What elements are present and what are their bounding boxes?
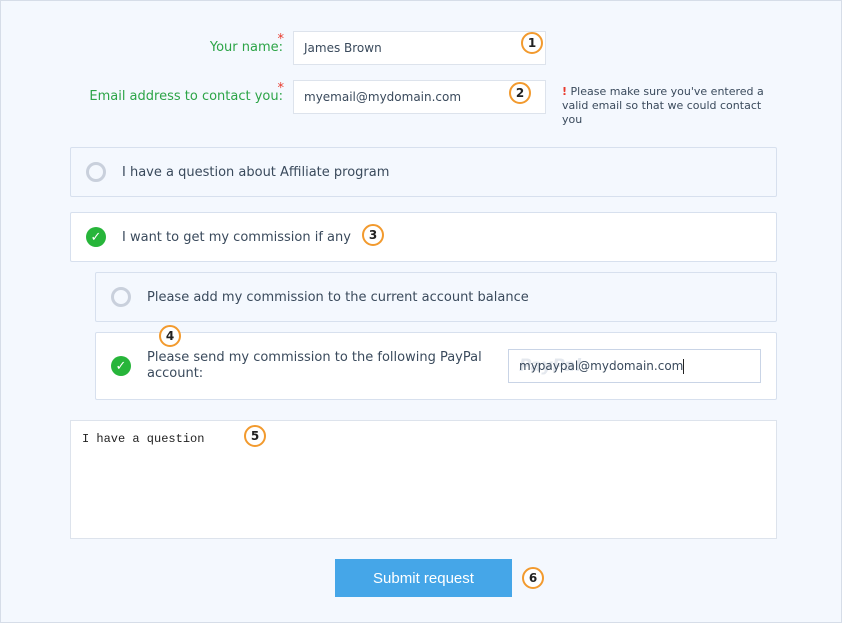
- badge-2: 2: [509, 82, 531, 104]
- badge-5: 5: [244, 425, 266, 447]
- option-label: I want to get my commission if any: [122, 229, 351, 245]
- email-label: Email address to contact you: *: [89, 81, 284, 104]
- badge-1: 1: [521, 32, 543, 54]
- check-icon: ✓: [86, 227, 106, 247]
- option-account-balance[interactable]: Please add my commission to the current …: [95, 272, 777, 322]
- submit-request-button[interactable]: Submit request: [335, 559, 512, 597]
- option-label: Please add my commission to the current …: [147, 289, 529, 305]
- required-mark: *: [277, 81, 285, 96]
- name-input[interactable]: James Brown: [293, 31, 546, 65]
- option-affiliate-question[interactable]: I have a question about Affiliate progra…: [70, 147, 777, 197]
- name-label: Your name: *: [209, 32, 284, 55]
- message-textarea[interactable]: I have a question: [70, 420, 777, 539]
- badge-6: 6: [522, 567, 544, 589]
- paypal-input[interactable]: PayPal mypaypal@mydomain.com: [508, 349, 761, 383]
- email-note: ! Please make sure you've entered a vali…: [562, 85, 764, 126]
- badge-4: 4: [159, 325, 181, 347]
- email-input[interactable]: myemail@mydomain.com: [293, 80, 546, 114]
- option-get-commission[interactable]: ✓ I want to get my commission if any: [70, 212, 777, 262]
- check-icon: ✓: [111, 356, 131, 376]
- required-mark: *: [277, 32, 285, 47]
- option-label: Please send my commission to the followi…: [147, 350, 482, 381]
- badge-3: 3: [362, 224, 384, 246]
- radio-icon: [111, 287, 131, 307]
- radio-icon: [86, 162, 106, 182]
- option-label: I have a question about Affiliate progra…: [122, 164, 390, 180]
- warning-icon: !: [562, 85, 568, 98]
